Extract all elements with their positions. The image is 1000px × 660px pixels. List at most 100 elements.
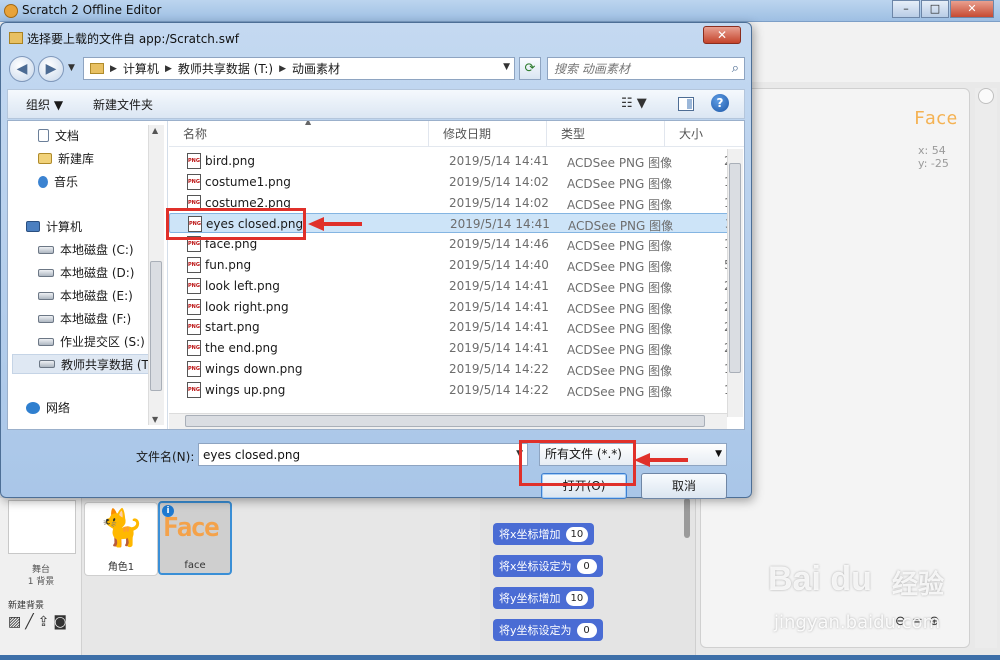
file-row[interactable]: PNG the end.png 2019/5/14 14:41 ACDSee PNG … — [169, 338, 734, 358]
help-icon[interactable]: ? — [711, 94, 729, 112]
nav-pane-scroll-thumb[interactable] — [150, 261, 162, 391]
motion-block-set-x[interactable]: 将x坐标设定为 0 — [493, 555, 603, 577]
nav-label: 作业提交区 (S:) — [60, 335, 145, 349]
dialog-close-button[interactable]: ✕ — [703, 26, 741, 44]
block-value[interactable]: 10 — [565, 526, 589, 542]
face-sprite-thumbnail: Face — [163, 513, 220, 543]
file-row[interactable]: PNG wings up.png 2019/5/14 14:22 ACDSee PNG… — [169, 380, 734, 400]
nav-item-drive-t[interactable]: 教师共享数据 (T: — [12, 354, 154, 374]
zoom-in-icon[interactable]: ⊕ — [929, 614, 940, 629]
nav-item-documents[interactable]: 文档 — [38, 127, 79, 144]
file-row[interactable]: PNG start.png 2019/5/14 14:41 ACDSee PNG 图像… — [169, 317, 734, 337]
search-input[interactable] — [548, 58, 718, 79]
network-drive-icon — [38, 337, 54, 346]
nav-item-music[interactable]: 音乐 — [38, 173, 78, 190]
file-row[interactable]: PNGfun.png2019/5/14 14:40ACDSee PNG 图像5 — [169, 255, 734, 275]
address-dropdown-icon[interactable]: ▼ — [503, 62, 510, 72]
drive-icon — [38, 268, 54, 277]
sprite-tile-face[interactable]: i Face face — [158, 501, 232, 575]
block-label: 将y坐标增加 — [499, 592, 561, 605]
breadcrumb-separator-icon[interactable]: ▶ — [165, 64, 172, 74]
block-value[interactable]: 10 — [565, 590, 589, 606]
png-file-icon: PNG — [187, 319, 201, 336]
nav-item-network[interactable]: 网络 — [26, 399, 70, 416]
scroll-down-icon[interactable]: ▼ — [152, 415, 158, 424]
file-row[interactable]: PNG costume1.png 2019/5/14 14:02 ACDSee PNG… — [169, 172, 734, 192]
cancel-button[interactable]: 取消 — [641, 473, 727, 499]
command-bar: 组织 ▼ 新建文件夹 ☷ ▼ ? — [7, 89, 745, 119]
file-name: wings down.png — [205, 362, 303, 376]
stage-zoom-tools: ⊖ = ⊕ — [895, 614, 940, 629]
motion-block-change-y[interactable]: 将y坐标增加 10 — [493, 587, 595, 609]
breadcrumb-separator-icon[interactable]: ▶ — [110, 64, 117, 74]
view-options-icon[interactable]: ☷ ▼ — [621, 96, 647, 111]
zoom-reset-icon[interactable]: = — [912, 614, 923, 629]
filename-input[interactable] — [199, 444, 499, 465]
block-value[interactable]: 0 — [576, 558, 597, 574]
stage-scrollbar[interactable] — [975, 88, 997, 648]
breadcrumb-item[interactable]: 计算机 — [123, 60, 159, 77]
nav-item-drive-e[interactable]: 本地磁盘 (E:) — [38, 287, 133, 304]
sprite-tile-cat[interactable]: 🐈 角色1 — [84, 502, 158, 576]
breadcrumb-item[interactable]: 教师共享数据 (T:) — [178, 60, 273, 77]
stage-thumbnail[interactable] — [8, 500, 76, 554]
file-list-scroll-thumb[interactable] — [729, 163, 741, 373]
nav-item-new-library[interactable]: 新建库 — [38, 150, 94, 167]
preview-pane-icon[interactable] — [678, 97, 694, 111]
filename-label: 文件名(N): — [136, 450, 195, 464]
paint-brush-icon[interactable]: ╱ — [25, 614, 33, 630]
forward-arrow-icon[interactable]: ▶ — [38, 56, 64, 82]
image-library-icon[interactable]: ▨ — [8, 614, 21, 630]
file-name: start.png — [205, 320, 260, 335]
palette-scrollbar[interactable] — [684, 498, 690, 538]
chevron-down-icon[interactable]: ▼ — [715, 444, 722, 465]
column-header-name[interactable]: 名称 — [169, 121, 429, 147]
file-name: bird.png — [205, 154, 255, 168]
refresh-button[interactable]: ⟳ — [519, 57, 541, 80]
close-window-button[interactable]: ✕ — [950, 0, 994, 18]
file-row[interactable]: PNG look left.png 2019/5/14 14:41 ACDSee PN… — [169, 276, 734, 296]
block-value[interactable]: 0 — [576, 622, 597, 638]
motion-block-set-y[interactable]: 将y坐标设定为 0 — [493, 619, 603, 641]
nav-item-drive-d[interactable]: 本地磁盘 (D:) — [38, 264, 134, 281]
nav-item-drive-f[interactable]: 本地磁盘 (F:) — [38, 310, 131, 327]
column-header-type[interactable]: 类型 — [547, 121, 665, 147]
breadcrumb-separator-icon[interactable]: ▶ — [279, 64, 286, 74]
stage-sprite-name: Face — [914, 108, 958, 129]
file-type: ACDSee PNG 图像 — [567, 384, 673, 399]
new-folder-button[interactable]: 新建文件夹 — [93, 96, 153, 113]
nav-label: 本地磁盘 (C:) — [60, 243, 134, 257]
search-icon[interactable]: ⌕ — [732, 61, 739, 76]
recent-locations-chevron-icon[interactable]: ▼ — [68, 63, 75, 73]
file-list-horizontal-thumb[interactable] — [185, 415, 705, 427]
scroll-up-icon[interactable]: ▲ — [152, 126, 158, 135]
file-date: 2019/5/14 14:22 — [449, 382, 549, 397]
file-row[interactable]: PNGbird.png2019/5/14 14:41ACDSee PNG 图像2 — [169, 151, 734, 171]
nav-item-computer[interactable]: 计算机 — [26, 218, 82, 235]
file-type: ACDSee PNG 图像 — [567, 197, 673, 212]
scratch-titlebar: Scratch 2 Offline Editor – □ ✕ — [0, 0, 1000, 22]
search-box[interactable]: ⌕ — [547, 57, 745, 80]
file-type: ACDSee PNG 图像 — [567, 280, 673, 295]
folder-icon — [9, 32, 23, 44]
nav-item-drive-c[interactable]: 本地磁盘 (C:) — [38, 241, 134, 258]
file-row[interactable]: PNG wings down.png 2019/5/14 14:22 ACDSee P… — [169, 359, 734, 379]
upload-icon[interactable]: ⇪ — [38, 614, 50, 630]
library-icon — [38, 153, 52, 164]
minimize-button[interactable]: – — [892, 0, 920, 18]
address-bar[interactable]: ▶ 计算机 ▶ 教师共享数据 (T:) ▶ 动画素材 ▼ — [83, 57, 515, 80]
breadcrumb-item[interactable]: 动画素材 — [292, 60, 340, 77]
camera-icon[interactable]: ◙ — [53, 614, 67, 630]
zoom-out-icon[interactable]: ⊖ — [895, 614, 906, 629]
column-header-size[interactable]: 大小 — [665, 121, 744, 147]
scroll-up-icon[interactable] — [978, 88, 994, 104]
organize-button[interactable]: 组织 ▼ — [26, 96, 63, 113]
file-type: ACDSee PNG 图像 — [567, 239, 673, 254]
column-header-date[interactable]: 修改日期 — [429, 121, 547, 147]
back-arrow-icon[interactable]: ◀ — [9, 56, 35, 82]
file-row[interactable]: PNG look right.png 2019/5/14 14:41 ACDSee P… — [169, 297, 734, 317]
nav-item-drive-s[interactable]: 作业提交区 (S:) — [38, 333, 145, 350]
maximize-button[interactable]: □ — [921, 0, 949, 18]
motion-block-change-x[interactable]: 将x坐标增加 10 — [493, 523, 595, 545]
filename-field[interactable]: ▼ — [198, 443, 528, 466]
